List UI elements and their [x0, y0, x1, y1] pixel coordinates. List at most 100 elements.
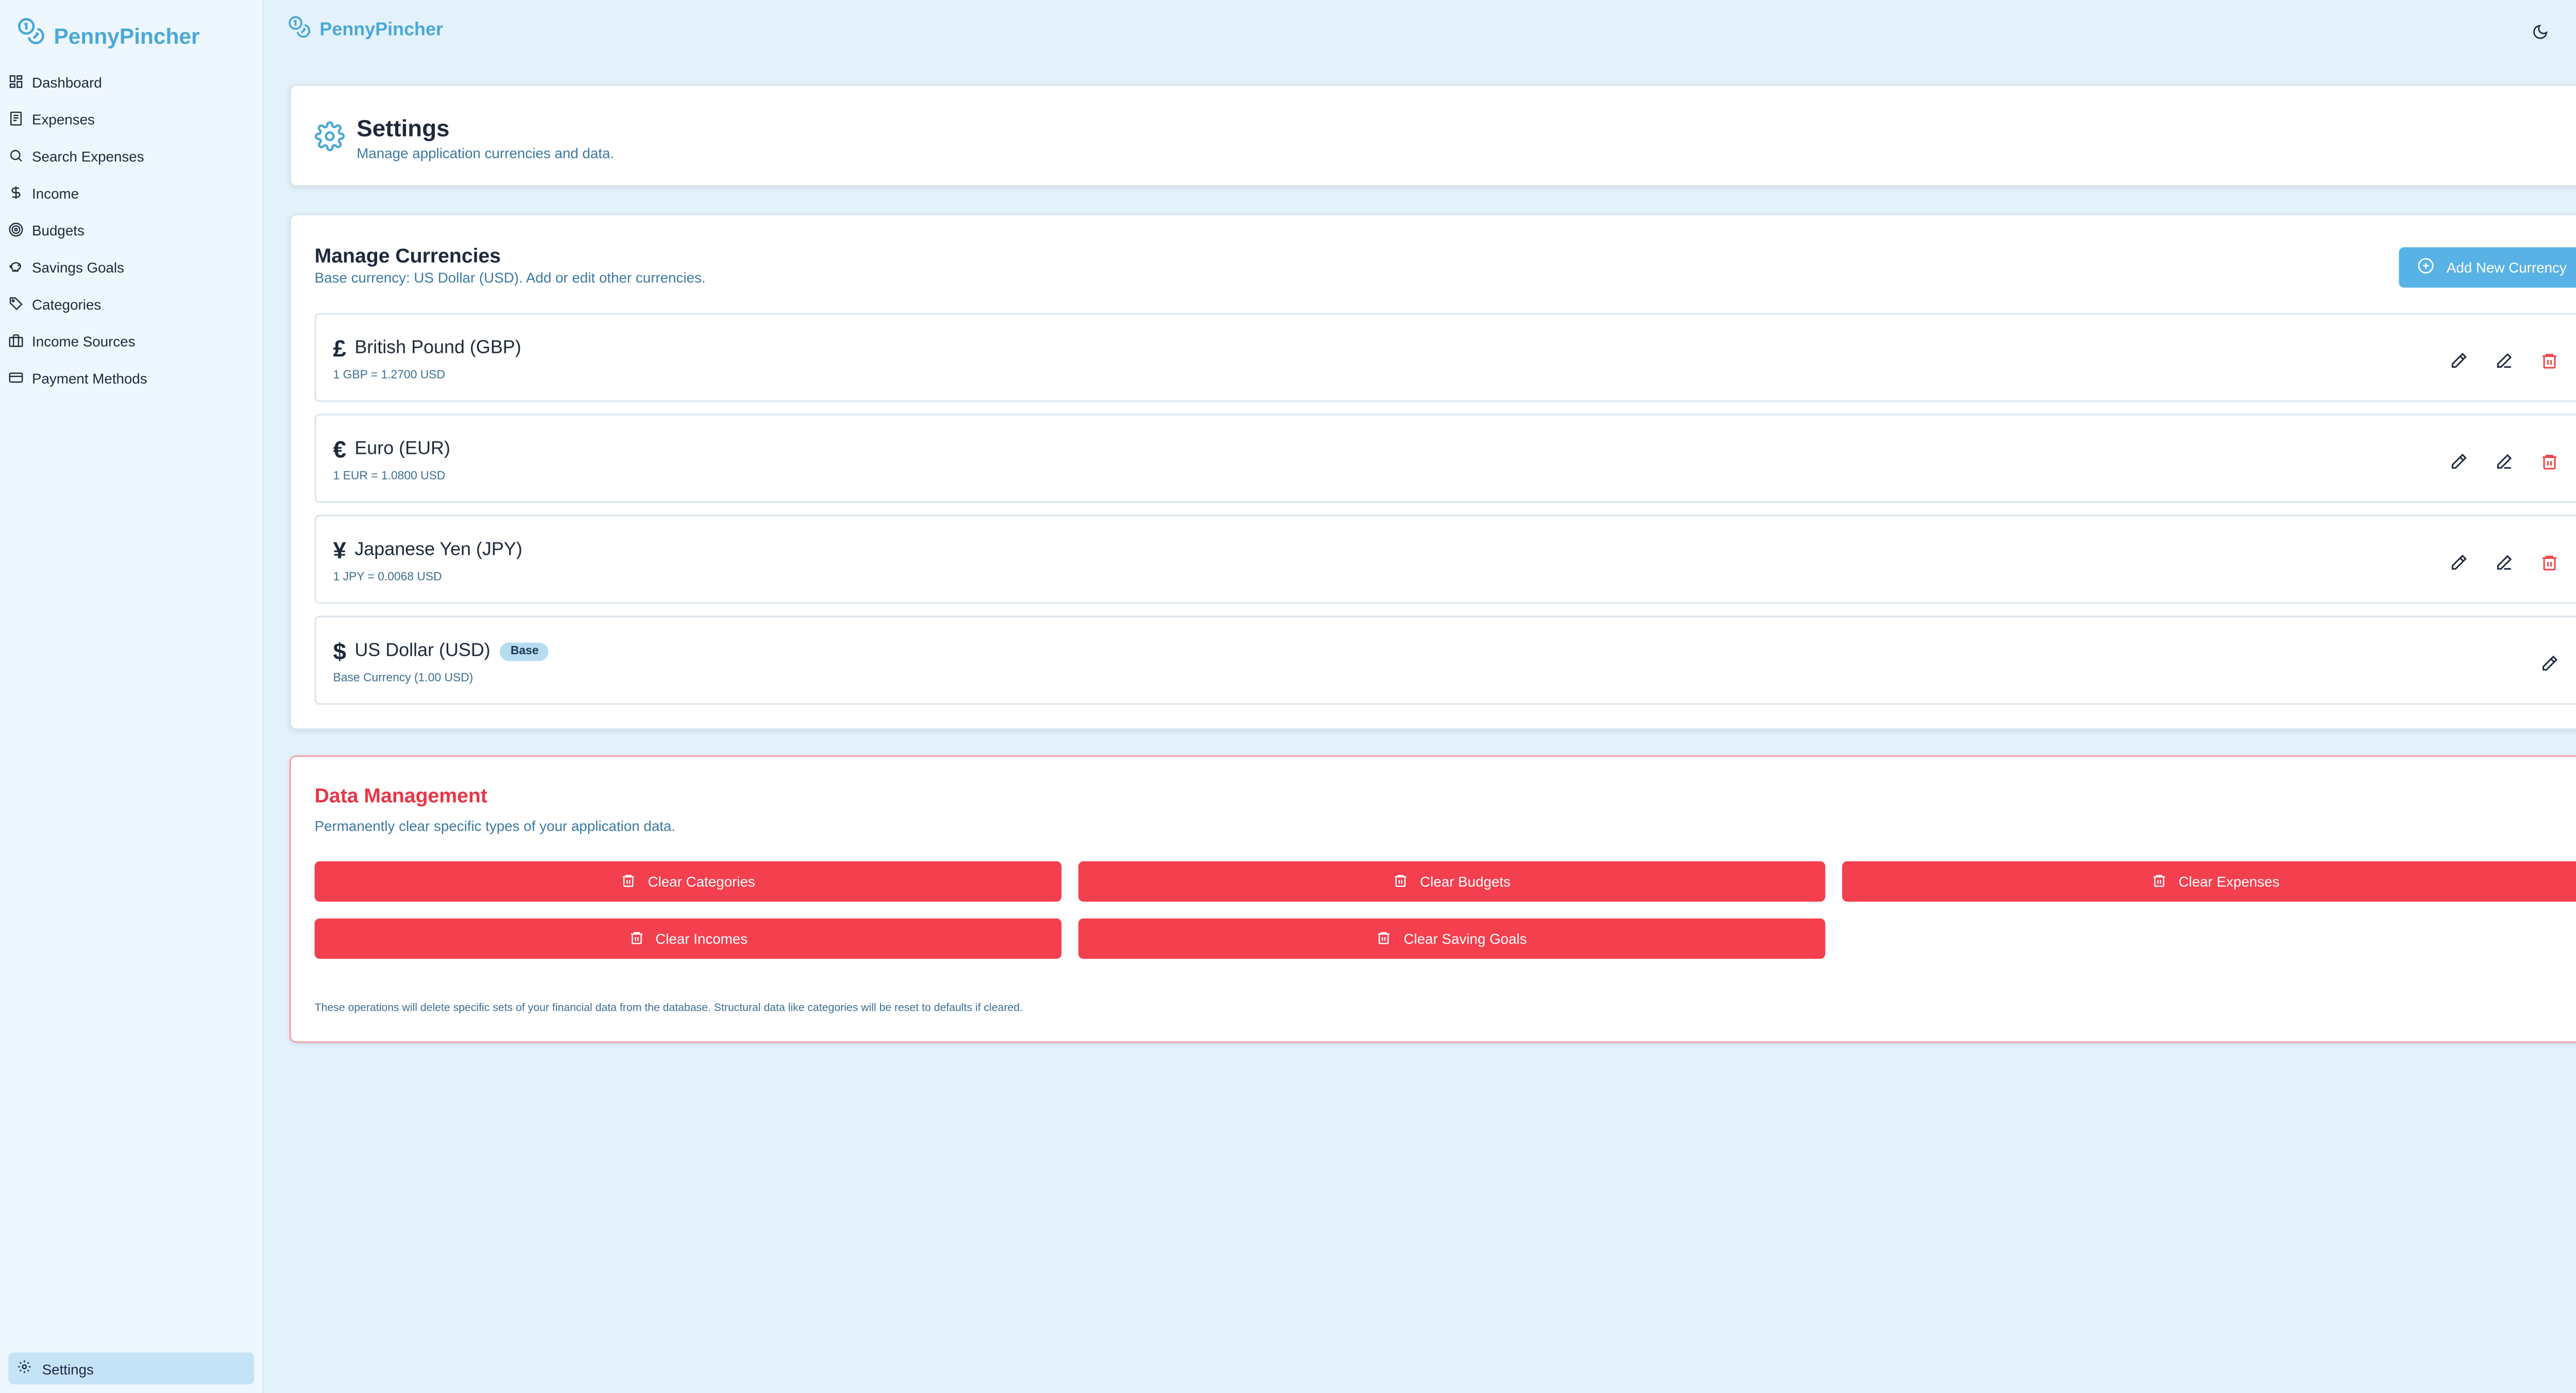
moon-icon[interactable] [2532, 19, 2552, 39]
sidebar-item-label: Budgets [32, 222, 84, 239]
coins-logo-icon [17, 17, 46, 54]
currency-rate: 1 EUR = 1.0800 USD [333, 471, 446, 483]
pen-line-icon[interactable] [2495, 449, 2515, 469]
sidebar-item-label: Dashboard [32, 74, 102, 91]
trash-icon [2151, 872, 2166, 891]
currency-symbol: $ [333, 637, 346, 665]
briefcase-icon [8, 332, 32, 351]
top-brand[interactable]: PennyPincher [287, 15, 443, 44]
page-subtitle: Manage application currencies and data. [357, 144, 615, 162]
grid-icon [8, 73, 32, 92]
sidebar-item-label: Savings Goals [32, 259, 125, 276]
dollar-icon [8, 184, 32, 203]
sidebar-brand-name: PennyPincher [54, 23, 200, 48]
pen-line-icon[interactable] [2495, 550, 2515, 570]
trash-icon[interactable] [2540, 348, 2561, 369]
manage-currencies-card: Manage Currencies Base currency: US Doll… [289, 213, 2576, 731]
currency-label: US Dollar (USD) [354, 641, 490, 661]
currencies-subtitle: Base currency: US Dollar (USD). Add or e… [314, 269, 706, 286]
base-badge: Base [500, 641, 549, 660]
sidebar-item-settings[interactable]: Settings [8, 1352, 255, 1385]
top-bar: PennyPincher [264, 0, 2576, 57]
sidebar-item-label: Settings [42, 1360, 94, 1377]
sidebar-item-payment-methods[interactable]: Payment Methods [0, 360, 262, 397]
currency-label: Euro (EUR) [354, 439, 450, 460]
data-management-note: These operations will delete specific se… [314, 1003, 1023, 1014]
receipt-icon [8, 110, 32, 129]
button-label: Clear Saving Goals [1403, 930, 1527, 947]
add-currency-button[interactable]: Add New Currency [2399, 247, 2576, 288]
pen-line-icon[interactable] [2495, 348, 2515, 368]
plus-circle-icon [2418, 258, 2435, 278]
currency-name: ¥ Japanese Yen (JPY) [333, 537, 522, 564]
gear-icon [314, 121, 345, 160]
data-management-title: Data Management [314, 784, 487, 808]
sidebar-item-label: Payment Methods [32, 370, 147, 387]
data-management-card: Data Management Permanently clear specif… [289, 755, 2576, 1043]
currency-row-eur: € Euro (EUR) 1 EUR = 1.0800 USD [314, 414, 2576, 503]
clear-budgets-button[interactable]: Clear Budgets [1078, 861, 1825, 902]
currency-name: € Euro (EUR) [333, 436, 450, 463]
sidebar-nav: Dashboard Expenses Search Expenses Incom… [0, 64, 262, 397]
currency-row-jpy: ¥ Japanese Yen (JPY) 1 JPY = 0.0068 USD [314, 515, 2576, 604]
sidebar-item-budgets[interactable]: Budgets [0, 212, 262, 249]
trash-icon [1393, 872, 1408, 891]
currency-label: British Pound (GBP) [354, 338, 521, 359]
sidebar-item-label: Income Sources [32, 333, 135, 350]
clear-categories-button[interactable]: Clear Categories [314, 861, 1062, 902]
add-currency-label: Add New Currency [2446, 259, 2567, 276]
pencil-icon[interactable] [2449, 348, 2469, 368]
trash-icon [1377, 929, 1392, 948]
tags-icon [8, 295, 32, 314]
sidebar: PennyPincher Dashboard Expenses Search E… [0, 0, 264, 1393]
sidebar-item-income-sources[interactable]: Income Sources [0, 323, 262, 360]
clear-saving-goals-button[interactable]: Clear Saving Goals [1078, 918, 1825, 959]
currency-name: $ US Dollar (USD) Base [333, 638, 549, 665]
sidebar-item-label: Income [32, 185, 79, 202]
button-label: Clear Expenses [2178, 873, 2280, 890]
currency-symbol: £ [333, 334, 346, 362]
sidebar-item-expenses[interactable]: Expenses [0, 101, 262, 138]
gear-icon [17, 1359, 42, 1378]
trash-icon[interactable] [2540, 449, 2561, 470]
trash-icon [621, 872, 636, 891]
coins-logo-icon [287, 15, 311, 44]
currency-name: £ British Pound (GBP) [333, 335, 521, 362]
trash-icon[interactable] [2540, 550, 2561, 571]
credit-card-icon [8, 369, 32, 388]
sidebar-item-income[interactable]: Income [0, 175, 262, 212]
clear-incomes-button[interactable]: Clear Incomes [314, 918, 1062, 959]
pencil-icon[interactable] [2540, 651, 2561, 671]
sidebar-item-savings-goals[interactable]: Savings Goals [0, 249, 262, 286]
data-management-subtitle: Permanently clear specific types of your… [314, 817, 676, 835]
page-title: Settings [357, 114, 450, 142]
currency-rate: 1 JPY = 0.0068 USD [333, 572, 442, 584]
currency-row-gbp: £ British Pound (GBP) 1 GBP = 1.2700 USD [314, 313, 2576, 402]
sidebar-item-label: Search Expenses [32, 148, 144, 165]
target-icon [8, 221, 32, 240]
trash-icon [629, 929, 643, 948]
currency-label: Japanese Yen (JPY) [354, 540, 522, 560]
button-label: Clear Categories [648, 873, 755, 890]
piggy-bank-icon [8, 258, 32, 277]
button-label: Clear Budgets [1420, 873, 1511, 890]
clear-expenses-button[interactable]: Clear Expenses [1842, 861, 2576, 902]
pencil-icon[interactable] [2449, 550, 2469, 570]
app-root: PennyPincher Dashboard Expenses Search E… [0, 0, 2576, 1393]
settings-header-card: Settings Manage application currencies a… [289, 84, 2576, 187]
sidebar-item-categories[interactable]: Categories [0, 286, 262, 323]
sidebar-item-label: Expenses [32, 111, 95, 128]
currency-rate: Base Currency (1.00 USD) [333, 673, 473, 685]
search-icon [8, 147, 32, 166]
currencies-title: Manage Currencies [314, 244, 501, 268]
currency-symbol: ¥ [333, 536, 346, 564]
sidebar-item-search-expenses[interactable]: Search Expenses [0, 138, 262, 175]
currency-rate: 1 GBP = 1.2700 USD [333, 370, 446, 382]
pencil-icon[interactable] [2449, 449, 2469, 469]
sidebar-brand[interactable]: PennyPincher [17, 17, 200, 54]
button-label: Clear Incomes [655, 930, 748, 947]
sidebar-item-dashboard[interactable]: Dashboard [0, 64, 262, 101]
top-brand-name: PennyPincher [319, 19, 443, 40]
currency-row-usd: $ US Dollar (USD) Base Base Currency (1.… [314, 616, 2576, 705]
sidebar-item-label: Categories [32, 296, 101, 313]
